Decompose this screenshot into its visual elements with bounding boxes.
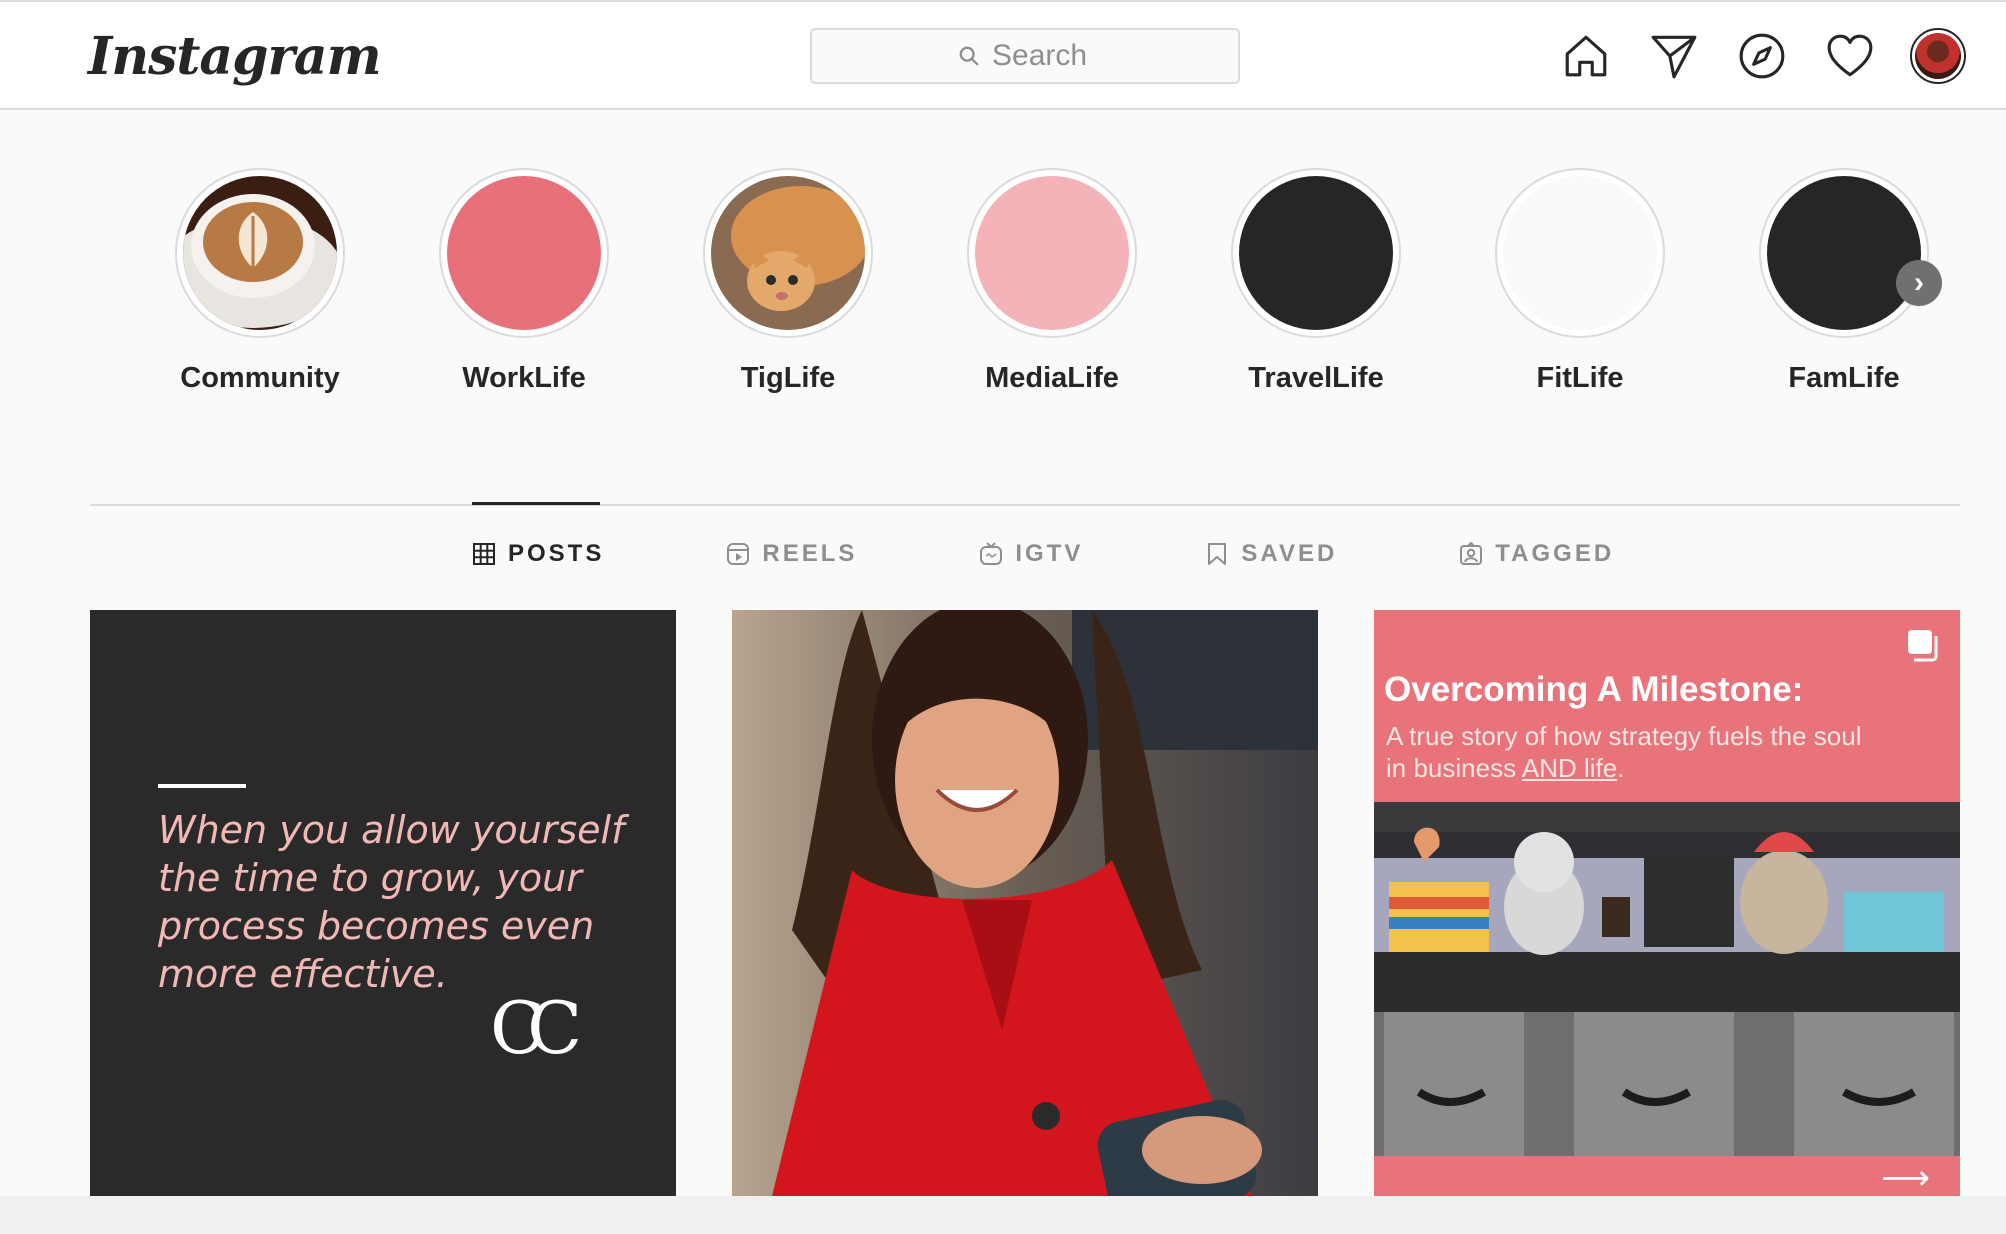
decorative-line (158, 784, 246, 788)
bookmark-icon (1208, 543, 1227, 565)
active-tab-indicator (472, 502, 600, 505)
highlight-cover (1767, 176, 1921, 330)
arrow-right-icon: ⟶ (1881, 1159, 1930, 1196)
post-quote[interactable]: When you allow yourself the time to grow… (90, 610, 676, 1196)
post-header: Overcoming A Milestone: A true story of … (1374, 610, 1960, 802)
highlight-fitlife[interactable]: FitLife (1470, 168, 1690, 395)
tab-label: SAVED (1241, 540, 1338, 567)
highlight-medialife[interactable]: MediaLife (942, 168, 1162, 395)
orange-cat-image (711, 176, 865, 330)
search-input[interactable] (992, 39, 1092, 73)
highlight-travellife[interactable]: TravelLife (1206, 168, 1426, 395)
page-bottom-edge (0, 1196, 2006, 1234)
grid-icon (473, 543, 495, 565)
post-subtitle: A true story of how strategy fuels the s… (1386, 720, 1886, 784)
explore-icon[interactable] (1734, 28, 1790, 84)
home-icon[interactable] (1558, 28, 1614, 84)
highlight-label: MediaLife (985, 362, 1119, 394)
tab-posts[interactable]: POSTS (472, 540, 604, 568)
subtitle-link: AND life (1521, 753, 1618, 783)
highlight-cover (1503, 176, 1657, 330)
search-icon (959, 46, 979, 66)
highlight-label: FitLife (1536, 362, 1624, 394)
instagram-logo[interactable]: Instagram (88, 26, 382, 87)
highlight-ring (967, 168, 1137, 338)
highlight-label: FamLife (1788, 362, 1900, 394)
latte-art-image (183, 176, 337, 330)
tab-label: REELS (762, 540, 858, 567)
shelf-photo (1374, 802, 1960, 1156)
top-navigation-bar: Instagram (0, 0, 2006, 110)
cc-monogram-logo: CC (490, 986, 582, 1070)
highlight-cover (1239, 176, 1393, 330)
highlight-label: TravelLife (1248, 362, 1384, 394)
highlight-cover (975, 176, 1129, 330)
direct-message-icon[interactable] (1646, 28, 1702, 84)
post-footer: ⟶ (1374, 1156, 1960, 1196)
search-box[interactable] (810, 28, 1240, 84)
highlight-ring (439, 168, 609, 338)
profile-tabs: POSTS REELS IGTV SAVED TAGGED (472, 540, 1736, 568)
tab-reels[interactable]: REELS (726, 540, 857, 568)
tab-label: IGTV (1015, 540, 1084, 567)
post-milestone[interactable]: Overcoming A Milestone: A true story of … (1374, 610, 1960, 1196)
subtitle-end: . (1617, 753, 1625, 783)
highlight-worklife[interactable]: WorkLife (414, 168, 634, 395)
highlight-community[interactable]: Community (150, 168, 370, 395)
profile-photo (1915, 33, 1961, 79)
chevron-right-icon[interactable]: › (1896, 260, 1942, 306)
highlight-label: TigLife (740, 362, 836, 394)
profile-tabs-divider (90, 504, 1960, 506)
nav-icons (1558, 28, 1966, 84)
quote-text: When you allow yourself the time to grow… (158, 808, 625, 996)
highlight-ring (175, 168, 345, 338)
highlight-ring (1759, 168, 1929, 338)
highlight-ring (1495, 168, 1665, 338)
tab-igtv[interactable]: IGTV (979, 540, 1083, 568)
highlight-tiglife[interactable]: TigLife (678, 168, 898, 395)
tagged-icon (1460, 542, 1483, 565)
tab-saved[interactable]: SAVED (1205, 540, 1337, 568)
tab-label: POSTS (508, 540, 605, 567)
tab-tagged[interactable]: TAGGED (1459, 540, 1614, 568)
posts-grid: When you allow yourself the time to grow… (90, 610, 1960, 1196)
activity-heart-icon[interactable] (1822, 28, 1878, 84)
highlight-ring (1231, 168, 1401, 338)
carousel-multi-image-icon (1908, 630, 1938, 662)
profile-avatar[interactable] (1910, 28, 1966, 84)
post-title: Overcoming A Milestone: (1384, 670, 1804, 709)
highlight-cover (447, 176, 601, 330)
reels-icon (727, 543, 750, 565)
igtv-icon (980, 542, 1003, 565)
story-highlights: Community WorkLife TigLife MediaLife Tra… (150, 168, 1950, 408)
post-photo[interactable] (732, 610, 1318, 1196)
highlight-label: Community (180, 362, 340, 394)
tab-label: TAGGED (1495, 540, 1615, 567)
highlight-ring (703, 168, 873, 338)
highlight-label: WorkLife (462, 362, 586, 394)
woman-red-coat-photo (732, 610, 1318, 1196)
